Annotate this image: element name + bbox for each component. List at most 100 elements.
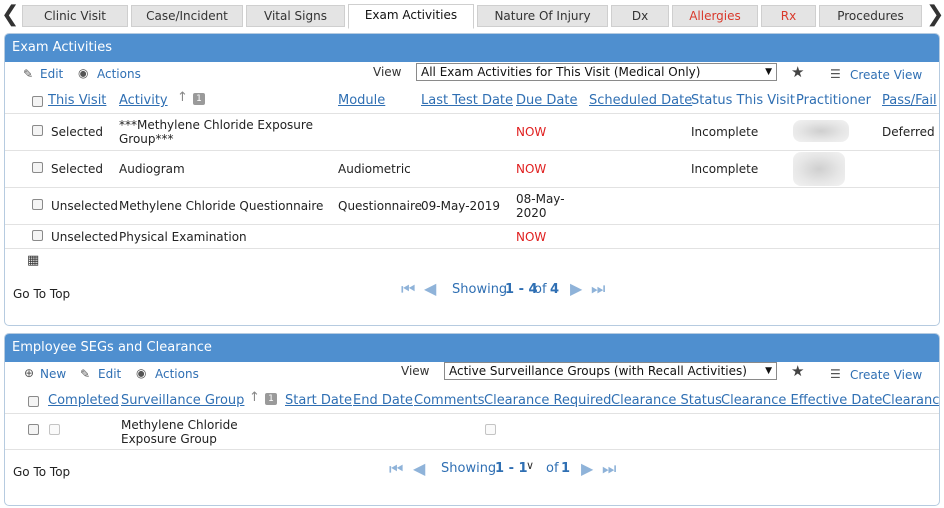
tab-nature-of-injury[interactable]: Nature Of Injury (477, 5, 608, 27)
sort-asc-icon[interactable]: ↑ (177, 90, 188, 105)
row-checkbox[interactable] (28, 424, 39, 435)
column-chooser-icon[interactable]: ▦ (27, 253, 39, 268)
create-view-icon[interactable]: ☰ (830, 367, 841, 381)
pager-size-chevron-icon[interactable]: ∨ (526, 459, 534, 472)
pager-total: 4 (550, 282, 560, 297)
select-all-checkbox[interactable] (28, 396, 39, 407)
exam-activities-panel: Exam Activities ✎ Edit ◉ Actions View Al… (4, 33, 940, 326)
next-page-icon[interactable]: ▶ (581, 459, 593, 478)
tab-dx[interactable]: Dx (611, 5, 669, 27)
col-end-date[interactable]: End Date (353, 393, 413, 408)
divider (5, 224, 939, 225)
edit-pencil-icon[interactable]: ✎ (80, 367, 90, 381)
col-clearance[interactable]: Clearance (882, 393, 939, 408)
tab-scroll-right-icon[interactable]: ❯ (926, 4, 944, 28)
col-pass-fail[interactable]: Pass/Fail (882, 93, 937, 108)
this-visit-cell: Selected (51, 125, 104, 139)
due-date-cell: NOW (516, 125, 547, 139)
next-page-icon[interactable]: ▶ (570, 279, 582, 298)
first-page-icon[interactable]: ⏮ (401, 279, 415, 299)
col-clearance-status[interactable]: Clearance Status (611, 393, 722, 408)
go-to-top-link[interactable]: Go To Top (13, 287, 70, 301)
col-completed[interactable]: Completed (48, 393, 119, 408)
row-checkbox[interactable] (32, 162, 43, 173)
practitioner-signature-redacted (793, 152, 845, 186)
pager-showing-label: Showing (452, 282, 508, 297)
this-visit-cell: Unselected (51, 199, 119, 213)
activity-cell: Physical Examination (119, 230, 247, 244)
last-page-icon[interactable]: ⏭ (591, 279, 605, 299)
row-checkbox[interactable] (32, 125, 43, 136)
col-scheduled-date[interactable]: Scheduled Date (589, 93, 692, 108)
col-start-date[interactable]: Start Date (285, 393, 352, 408)
pager-of-label: of (546, 461, 559, 476)
completed-checkbox (49, 424, 60, 435)
activity-cell: Audiogram (119, 162, 185, 176)
tab-allergies[interactable]: Allergies (672, 5, 758, 27)
activity-cell: Methylene Chloride Questionnaire (119, 199, 324, 213)
divider (5, 248, 939, 249)
col-module[interactable]: Module (338, 93, 385, 108)
surveillance-group-cell: Methylene Chloride Exposure Group (121, 418, 238, 446)
new-plus-icon[interactable]: ⊕ (24, 366, 34, 380)
row-checkbox[interactable] (32, 230, 43, 241)
tab-scroll-left-icon[interactable]: ❮ (1, 4, 19, 28)
first-page-icon[interactable]: ⏮ (389, 459, 403, 479)
new-button[interactable]: New (40, 367, 66, 381)
edit-pencil-icon[interactable]: ✎ (23, 67, 33, 81)
col-clearance-effective-date[interactable]: Clearance Effective Date (721, 393, 882, 408)
go-to-top-link[interactable]: Go To Top (13, 465, 70, 479)
prev-page-icon[interactable]: ◀ (424, 279, 436, 298)
sort-order-badge: 1 (265, 393, 277, 405)
pager-showing-label: Showing (441, 461, 497, 476)
pin-icon[interactable]: ★ (791, 362, 804, 380)
select-all-checkbox[interactable] (32, 96, 43, 107)
chevron-down-icon: ▼ (765, 366, 772, 376)
pager-of-label: of (534, 282, 547, 297)
sort-asc-icon[interactable]: ↑ (249, 390, 260, 405)
status-cell: Incomplete (691, 162, 759, 176)
view-select[interactable]: All Exam Activities for This Visit (Medi… (416, 63, 777, 81)
actions-button[interactable]: Actions (97, 67, 141, 81)
row-checkbox[interactable] (32, 199, 43, 210)
actions-play-icon[interactable]: ◉ (136, 366, 146, 380)
employee-segs-panel: Employee SEGs and Clearance ⊕ New ✎ Edit… (4, 333, 940, 506)
create-view-button[interactable]: Create View (850, 68, 922, 82)
pin-icon[interactable]: ★ (791, 63, 804, 81)
view-select-value: Active Surveillance Groups (with Recall … (449, 364, 747, 378)
divider (5, 150, 939, 151)
view-select[interactable]: Active Surveillance Groups (with Recall … (444, 362, 777, 380)
create-view-button[interactable]: Create View (850, 368, 922, 382)
tab-procedures[interactable]: Procedures (819, 5, 922, 27)
col-comments[interactable]: Comments (414, 393, 484, 408)
module-cell: Audiometric (338, 162, 411, 176)
col-status-this-visit: Status This Visit (691, 93, 795, 108)
edit-button[interactable]: Edit (40, 67, 63, 81)
col-activity[interactable]: Activity (119, 93, 168, 108)
col-last-test-date[interactable]: Last Test Date (421, 93, 513, 108)
module-cell: Questionnaire (338, 199, 423, 213)
prev-page-icon[interactable]: ◀ (413, 459, 425, 478)
actions-play-icon[interactable]: ◉ (78, 66, 88, 80)
actions-button[interactable]: Actions (155, 367, 199, 381)
tab-exam-activities[interactable]: Exam Activities (348, 4, 474, 29)
tab-clinic-visit[interactable]: Clinic Visit (22, 5, 128, 27)
col-due-date[interactable]: Due Date (516, 93, 577, 108)
divider (5, 449, 939, 450)
col-surveillance-group[interactable]: Surveillance Group (121, 393, 244, 408)
divider (5, 413, 939, 414)
chevron-down-icon: ▼ (765, 67, 772, 77)
col-clearance-required[interactable]: Clearance Required (484, 393, 611, 408)
last-test-date-cell: 09-May-2019 (421, 199, 501, 213)
tab-rx[interactable]: Rx (761, 5, 816, 27)
tab-vital-signs[interactable]: Vital Signs (246, 5, 345, 27)
col-this-visit[interactable]: This Visit (48, 93, 106, 108)
last-page-icon[interactable]: ⏭ (602, 459, 616, 479)
tab-bar: ❮ Clinic Visit Case/Incident Vital Signs… (0, 0, 944, 30)
pager-range: 1 - 1 (495, 461, 528, 476)
edit-button[interactable]: Edit (98, 367, 121, 381)
create-view-icon[interactable]: ☰ (830, 67, 841, 81)
sort-order-badge: 1 (193, 93, 205, 105)
tab-case-incident[interactable]: Case/Incident (131, 5, 243, 27)
divider (5, 113, 939, 114)
